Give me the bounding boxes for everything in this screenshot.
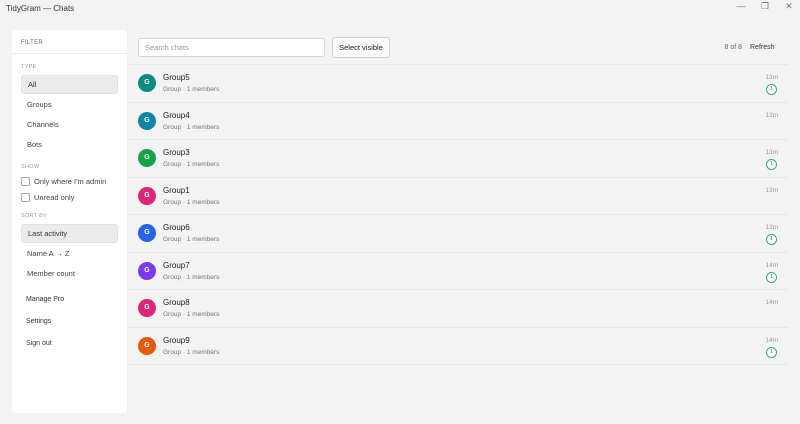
admin-only-checkbox[interactable] — [21, 177, 30, 186]
chat-row[interactable]: G Group3 Group · 1 members 13m 1 — [128, 140, 788, 178]
type-item-groups[interactable]: Groups — [21, 95, 118, 114]
avatar: G — [138, 186, 156, 205]
chat-row[interactable]: G Group5 Group · 1 members 13m 1 — [128, 65, 788, 103]
avatar: G — [138, 74, 156, 92]
chat-time: 14m — [765, 299, 778, 306]
chat-row[interactable]: G Group4 Group · 1 members 13m — [128, 103, 788, 140]
sort-item-member-count[interactable]: Member count — [21, 264, 118, 283]
sort-item-name[interactable]: Name A → Z — [21, 244, 118, 263]
chat-name: Group7 — [163, 260, 190, 270]
type-item-all[interactable]: All — [21, 75, 118, 94]
chat-name: Group4 — [163, 110, 190, 120]
search-input[interactable] — [138, 38, 325, 57]
close-icon[interactable]: ✕ — [778, 0, 800, 14]
avatar: G — [138, 224, 156, 242]
filter-divider — [12, 53, 127, 54]
chat-time: 14m — [765, 261, 778, 269]
chat-time: 13m — [765, 224, 778, 231]
chat-row[interactable]: G Group6 Group · 1 members 13m 1 — [128, 215, 788, 253]
chat-time: 13m — [765, 74, 778, 81]
unread-badge: 1 — [766, 271, 777, 283]
minimize-icon[interactable]: — — [730, 0, 752, 14]
maximize-icon[interactable]: ❐ — [754, 0, 776, 14]
show-heading: SHOW — [21, 164, 40, 170]
chat-name: Group8 — [163, 298, 190, 307]
unread-badge: 1 — [766, 84, 777, 95]
chat-name: Group3 — [163, 148, 190, 157]
chat-count: 8 of 8 — [724, 44, 742, 51]
sort-item-last-activity[interactable]: Last activity — [21, 224, 118, 243]
chat-time: 13m — [765, 111, 778, 119]
avatar: G — [138, 261, 156, 280]
avatar: G — [138, 111, 156, 130]
chat-time: 14m — [765, 336, 778, 344]
chat-row[interactable]: G Group7 Group · 1 members 14m 1 — [128, 253, 788, 290]
avatar: G — [138, 299, 156, 317]
unread-only-label: Unread only — [34, 193, 75, 202]
title-bar: TidyGram — Chats — ❐ ✕ — [0, 0, 800, 20]
chat-time: 13m — [765, 186, 778, 194]
chat-meta: Group · 1 members — [163, 86, 220, 93]
chat-meta: Group · 1 members — [163, 198, 220, 206]
chat-time: 13m — [765, 149, 778, 156]
filter-sidebar: FILTER TYPE All Groups Channels Bots SHO… — [12, 30, 127, 413]
chat-name: Group5 — [163, 73, 190, 82]
sign-out-link[interactable]: Sign out — [26, 340, 52, 347]
filter-heading: FILTER — [21, 40, 44, 46]
admin-only-label: Only where I'm admin — [34, 177, 107, 186]
unread-badge: 1 — [766, 346, 777, 358]
refresh-button[interactable]: Refresh — [750, 44, 775, 51]
chat-meta: Group · 1 members — [163, 348, 220, 356]
chat-row[interactable]: G Group9 Group · 1 members 14m 1 — [128, 328, 788, 365]
chat-meta: Group · 1 members — [163, 311, 220, 318]
avatar: G — [138, 149, 156, 167]
chat-name: Group1 — [163, 185, 190, 195]
chat-meta: Group · 1 members — [163, 123, 220, 131]
chat-row[interactable]: G Group1 Group · 1 members 13m — [128, 178, 788, 215]
avatar: G — [138, 336, 156, 355]
chat-meta: Group · 1 members — [163, 161, 220, 168]
unread-badge: 1 — [766, 234, 777, 245]
chat-meta: Group · 1 members — [163, 236, 220, 243]
settings-link[interactable]: Settings — [26, 318, 51, 325]
type-heading: TYPE — [21, 64, 37, 70]
unread-only-checkbox[interactable] — [21, 193, 30, 202]
chat-name: Group9 — [163, 335, 190, 345]
select-visible-button[interactable]: Select visible — [332, 37, 390, 58]
window-title: TidyGram — Chats — [6, 4, 75, 13]
type-item-channels[interactable]: Channels — [21, 115, 118, 134]
chat-name: Group6 — [163, 223, 190, 232]
manage-pro-link[interactable]: Manage Pro — [26, 296, 64, 303]
unread-badge: 1 — [766, 159, 777, 170]
sort-heading: SORT BY — [21, 213, 48, 219]
type-item-bots[interactable]: Bots — [21, 135, 118, 154]
chat-row[interactable]: G Group8 Group · 1 members 14m — [128, 290, 788, 328]
chat-meta: Group · 1 members — [163, 273, 220, 281]
